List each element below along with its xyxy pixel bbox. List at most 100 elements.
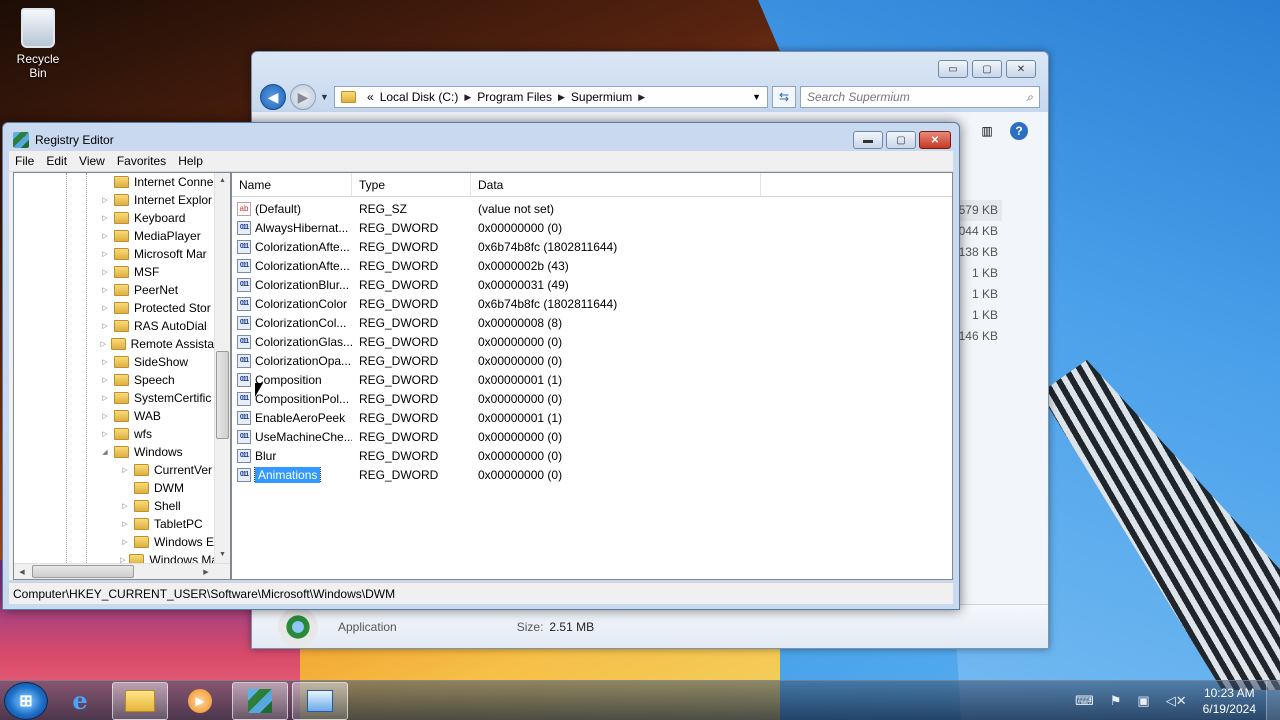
explorer-close-button[interactable]: ✕: [1006, 60, 1036, 78]
expand-arrow-icon[interactable]: ▷: [100, 250, 110, 258]
title-bar[interactable]: Registry Editor: [13, 132, 114, 148]
taskbar-internet-explorer[interactable]: e: [52, 682, 108, 720]
keyboard-icon[interactable]: ⌨: [1075, 693, 1094, 709]
registry-editor-window[interactable]: Registry Editor ▬ ▢ ✕ File Edit View Fav…: [2, 122, 960, 610]
tree-item[interactable]: ▷ Protected Stor: [14, 299, 214, 317]
address-dropdown-icon[interactable]: ▼: [752, 92, 761, 102]
explorer-maximize-button[interactable]: ▢: [972, 60, 1002, 78]
taskbar-windows-explorer[interactable]: [112, 681, 168, 720]
minimize-button[interactable]: ▬: [853, 131, 883, 149]
taskbar-media-center[interactable]: ▶: [172, 682, 228, 720]
value-row[interactable]: 011 ColorizationAfte... REG_DWORD 0x0000002…: [232, 256, 952, 275]
recycle-bin[interactable]: Recycle Bin: [8, 8, 68, 80]
collapse-arrow-icon[interactable]: ◢: [100, 448, 110, 456]
expand-arrow-icon[interactable]: ▷: [100, 214, 110, 222]
expand-arrow-icon[interactable]: ▷: [120, 466, 130, 474]
menu-help[interactable]: Help: [172, 154, 209, 168]
maximize-button[interactable]: ▢: [886, 131, 916, 149]
recent-pages-dropdown-icon[interactable]: ▼: [320, 92, 330, 102]
tree-item[interactable]: ▷ SystemCertific: [14, 389, 214, 407]
tree-item[interactable]: ▷ Speech: [14, 371, 214, 389]
expand-arrow-icon[interactable]: ▷: [100, 412, 110, 420]
tree-item[interactable]: ▷ MSF: [14, 263, 214, 281]
expand-arrow-icon[interactable]: ▷: [100, 286, 110, 294]
help-icon[interactable]: ?: [1010, 122, 1028, 140]
expand-arrow-icon[interactable]: ▷: [100, 430, 110, 438]
tree-item[interactable]: ▷ Internet Explor: [14, 191, 214, 209]
column-header-type[interactable]: Type: [352, 173, 471, 196]
forward-button[interactable]: ▶: [290, 84, 316, 110]
value-row[interactable]: 011 Blur REG_DWORD 0x00000000 (0): [232, 446, 952, 465]
breadcrumb-local-disk[interactable]: Local Disk (C:): [380, 90, 459, 104]
value-row[interactable]: 011 EnableAeroPeek REG_DWORD 0x00000001 (1): [232, 408, 952, 427]
tree-item[interactable]: ▷ Shell: [14, 497, 214, 515]
expand-arrow-icon[interactable]: ▷: [100, 322, 110, 330]
tree-item[interactable]: ▷ WAB: [14, 407, 214, 425]
start-button[interactable]: ⊞: [4, 681, 48, 720]
expand-arrow-icon[interactable]: ▷: [100, 196, 110, 204]
scroll-up-arrow-icon[interactable]: ▲: [215, 173, 230, 189]
back-button[interactable]: ◀: [260, 84, 286, 110]
scroll-down-arrow-icon[interactable]: ▼: [215, 547, 230, 563]
expand-arrow-icon[interactable]: ▷: [100, 340, 107, 348]
scroll-thumb[interactable]: [216, 351, 229, 439]
expand-arrow-icon[interactable]: ▷: [100, 358, 110, 366]
tree-item[interactable]: Internet Conne: [14, 173, 214, 191]
value-row[interactable]: 011 Composition REG_DWORD 0x00000001 (1): [232, 370, 952, 389]
menu-edit[interactable]: Edit: [40, 154, 73, 168]
tree-item[interactable]: ▷ SideShow: [14, 353, 214, 371]
tree-item[interactable]: ▷ CurrentVer: [14, 461, 214, 479]
expand-arrow-icon[interactable]: ▷: [100, 268, 110, 276]
show-desktop-button[interactable]: [1266, 681, 1280, 720]
expand-arrow-icon[interactable]: ▷: [120, 502, 130, 510]
scroll-thumb[interactable]: [32, 565, 134, 578]
key-tree[interactable]: Internet Conne ▷ Internet Explor ▷ Keyboard ▷…: [13, 172, 231, 580]
clock[interactable]: 10:23 AM 6/19/2024: [1203, 685, 1256, 717]
value-row[interactable]: 011 UseMachineChe... REG_DWORD 0x00000000 (…: [232, 427, 952, 446]
expand-arrow-icon[interactable]: ▷: [100, 304, 110, 312]
preview-pane-icon[interactable]: ▥: [978, 122, 996, 140]
menu-file[interactable]: File: [9, 154, 40, 168]
tree-horizontal-scrollbar[interactable]: ◀ ▶: [14, 563, 230, 579]
value-row[interactable]: 011 ColorizationGlas... REG_DWORD 0x0000000…: [232, 332, 952, 351]
expand-arrow-icon[interactable]: ▷: [120, 538, 130, 546]
value-row[interactable]: 011 ColorizationColor REG_DWORD 0x6b74b8fc …: [232, 294, 952, 313]
value-row[interactable]: 011 ColorizationOpa... REG_DWORD 0x00000000…: [232, 351, 952, 370]
tree-item[interactable]: ▷ Keyboard: [14, 209, 214, 227]
value-row[interactable]: ab (Default) REG_SZ (value not set): [232, 199, 952, 218]
tree-item[interactable]: ▷ Windows E: [14, 533, 214, 551]
explorer-minimize-button[interactable]: ▭: [938, 60, 968, 78]
value-row[interactable]: 011 AlwaysHibernat... REG_DWORD 0x00000000 …: [232, 218, 952, 237]
tree-item[interactable]: ▷ Microsoft Mar: [14, 245, 214, 263]
menu-view[interactable]: View: [73, 154, 111, 168]
menu-favorites[interactable]: Favorites: [111, 154, 172, 168]
expand-arrow-icon[interactable]: ▷: [100, 232, 110, 240]
taskbar-control-panel[interactable]: [292, 681, 348, 720]
tree-vertical-scrollbar[interactable]: ▲ ▼: [214, 173, 230, 563]
address-bar[interactable]: « Local Disk (C:) ▶ Program Files ▶ Supe…: [334, 86, 768, 108]
breadcrumb-overflow[interactable]: «: [367, 90, 374, 104]
taskbar-registry-editor[interactable]: [232, 681, 288, 720]
column-header-name[interactable]: Name: [232, 173, 352, 196]
tree-item[interactable]: ◢ Windows: [14, 443, 214, 461]
close-button[interactable]: ✕: [919, 131, 951, 149]
value-row[interactable]: 011 CompositionPol... REG_DWORD 0x00000000 …: [232, 389, 952, 408]
breadcrumb-separator-icon[interactable]: ▶: [638, 92, 645, 103]
value-row[interactable]: 011 ColorizationAfte... REG_DWORD 0x6b74b8f…: [232, 237, 952, 256]
breadcrumb-program-files[interactable]: Program Files: [477, 90, 552, 104]
expand-arrow-icon[interactable]: ▷: [100, 394, 110, 402]
value-row[interactable]: 011 ColorizationBlur... REG_DWORD 0x0000003…: [232, 275, 952, 294]
expand-arrow-icon[interactable]: ▷: [120, 520, 130, 528]
scroll-left-arrow-icon[interactable]: ◀: [14, 568, 30, 576]
scroll-right-arrow-icon[interactable]: ▶: [198, 568, 214, 576]
breadcrumb-separator-icon[interactable]: ▶: [464, 92, 471, 103]
search-input[interactable]: Search Supermium ⌕: [800, 86, 1040, 108]
value-row[interactable]: 011 Animations REG_DWORD 0x00000000 (0): [232, 465, 952, 484]
column-header-data[interactable]: Data: [471, 173, 761, 196]
breadcrumb-separator-icon[interactable]: ▶: [558, 92, 565, 103]
tree-item[interactable]: DWM: [14, 479, 214, 497]
tree-item[interactable]: ▷ TabletPC: [14, 515, 214, 533]
refresh-button[interactable]: ⇆: [772, 86, 796, 108]
network-icon[interactable]: ▣: [1137, 693, 1149, 709]
volume-muted-icon[interactable]: ◁✕: [1166, 693, 1187, 709]
